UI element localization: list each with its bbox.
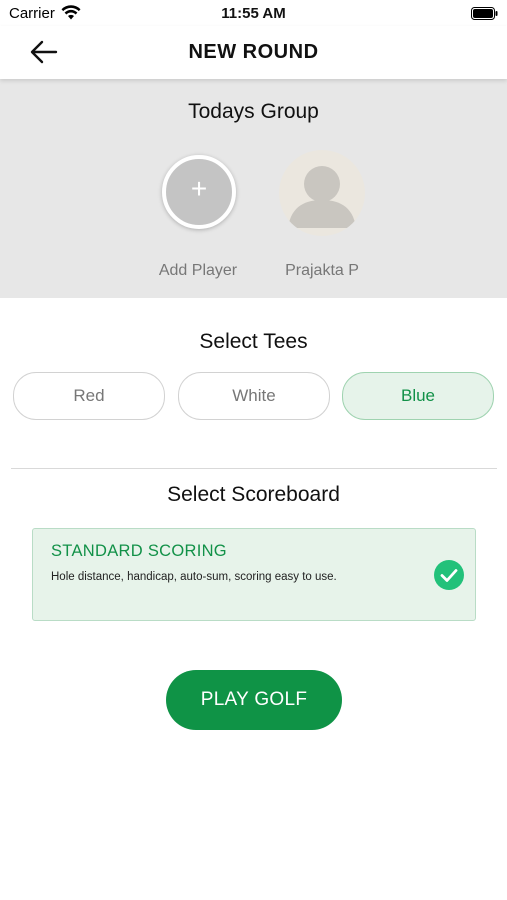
plus-icon: + [190,173,208,204]
battery-icon [471,7,498,20]
scoreboard-option-standard[interactable]: STANDARD SCORING Hole distance, handicap… [32,528,476,621]
nav-bar: NEW ROUND [0,26,507,79]
player-name: Prajakta P [285,262,359,279]
select-tees-title: Select Tees [199,330,308,353]
person-placeholder-icon [288,166,356,228]
add-player-button[interactable]: + [162,155,236,229]
todays-group-section: Todays Group + Add Player Prajakta P [0,79,507,298]
group-title: Todays Group [188,100,319,123]
divider [11,468,497,469]
page-title: NEW ROUND [188,41,319,63]
checkmark-icon [434,560,464,590]
scoreboard-option-name: STANDARD SCORING [51,542,227,560]
tee-option-red[interactable]: Red [13,372,165,420]
player-avatar[interactable] [279,150,365,236]
add-player-label: Add Player [158,262,238,279]
play-golf-button[interactable]: PLAY GOLF [166,670,342,730]
tee-option-white[interactable]: White [178,372,330,420]
select-scoreboard-title: Select Scoreboard [167,483,340,506]
clock: 11:55 AM [221,5,286,22]
status-bar: Carrier 11:55 AM [0,0,507,26]
tee-option-blue[interactable]: Blue [342,372,494,420]
scoreboard-option-description: Hole distance, handicap, auto-sum, scori… [51,571,337,583]
